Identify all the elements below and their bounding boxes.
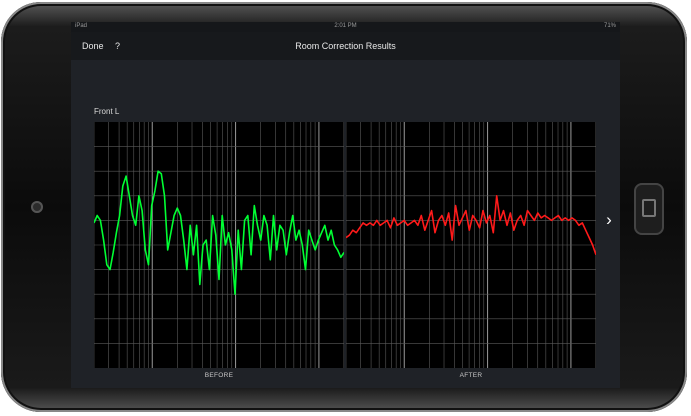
status-bar: iPad 2:01 PM 71% (71, 22, 620, 32)
channel-label: Front L (94, 107, 120, 116)
nav-bar: Done ? Room Correction Results (71, 32, 620, 60)
camera-icon (31, 201, 43, 213)
home-button-icon (642, 199, 656, 217)
home-button[interactable] (634, 183, 664, 235)
page-title: Room Correction Results (295, 41, 396, 51)
before-chart (94, 122, 344, 368)
after-label: AFTER (459, 372, 483, 379)
chevron-right-icon[interactable]: › (601, 210, 617, 230)
before-label: BEFORE (204, 372, 234, 379)
battery-label: 71% (603, 23, 616, 29)
before-chart-svg (94, 122, 344, 368)
after-response-line (346, 195, 596, 256)
before-response-line (94, 170, 344, 295)
after-chart (346, 122, 596, 368)
app-screen: iPad 2:01 PM 71% Done ? Room Correction … (71, 22, 620, 388)
clock-label: 2:01 PM (334, 23, 357, 29)
after-chart-svg (346, 122, 596, 368)
